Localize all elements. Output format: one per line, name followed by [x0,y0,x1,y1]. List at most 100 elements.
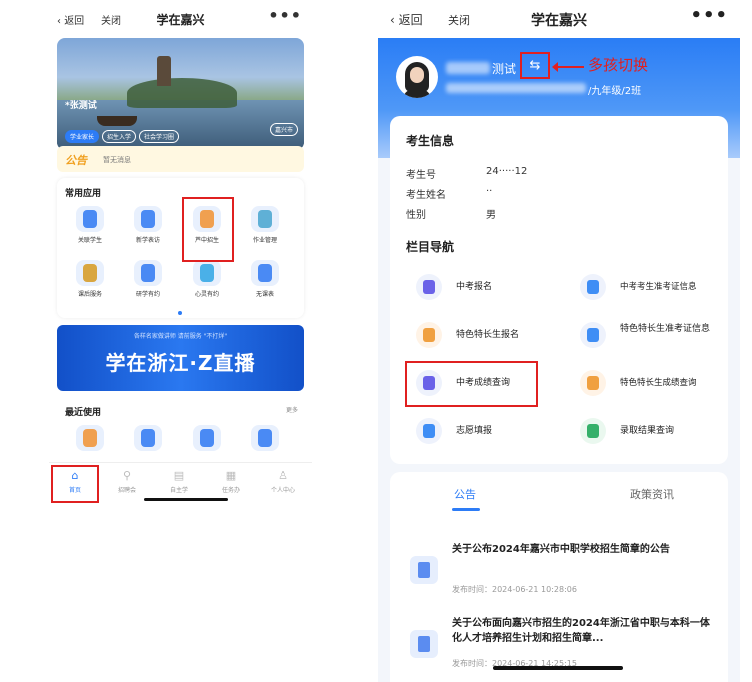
nav-label: 中考报名 [456,282,493,292]
tab-self-study[interactable]: ▤ 自主学 [157,469,201,494]
city-selector[interactable]: 嘉兴市 [269,123,298,136]
news-title[interactable]: 关于公布2024年嘉兴市中职学校招生简章的公告 [452,542,712,557]
document-icon [410,630,438,658]
app-new-visit[interactable]: 新学表访 [123,206,173,244]
chip-2[interactable]: 社会学习圈 [139,130,180,143]
nav-admission-result[interactable]: 录取结果查询 [580,416,720,446]
student-icon [193,425,221,451]
nav-special-ticket[interactable]: 特色特长生准考证信息 [580,320,720,350]
exam-info-title: 考生信息 [406,134,455,148]
chip-0[interactable]: 学业家长 [65,130,100,143]
section-title: 常用应用 [65,189,102,199]
recent-app-photo[interactable] [240,425,290,451]
more-icon[interactable]: ••• [690,5,728,26]
user-name: *张测试 [65,101,97,111]
student-name: 测试 [492,62,517,76]
nav-admission-ticket[interactable]: 中考考生准考证信息 [580,272,720,302]
blurred-school [446,83,586,93]
chip-1[interactable]: 招生入学 [102,130,137,143]
recent-apps-card: 最近使用 更多 [57,397,304,467]
tab-tasks[interactable]: ▦ 任务办 [209,469,253,494]
app-study-trip[interactable]: 研学有约 [123,260,173,298]
live-subtitle: 各样名家做讲师 请前服务 "不打烊" [133,333,228,340]
document-icon [410,556,438,584]
highlight-switch [520,52,550,79]
clipboard-icon [580,322,606,348]
tab-label: 招聘会 [117,487,136,494]
news-title[interactable]: 关于公布面向嘉兴市招生的2024年浙江省中职与本科一体化人才培养招生计划和招生简… [452,616,712,646]
nav-exam-register[interactable]: 中考报名 [416,272,566,302]
photo-icon [251,425,279,451]
page-indicator [178,311,182,315]
enrollment-icon [76,425,104,451]
app-label: 关联学生 [77,237,102,244]
tab-jobs[interactable]: ⚲ 招聘会 [105,469,149,494]
hero-banner: *张测试 学业家长 招生入学 社会学习圈 嘉兴市 [57,38,304,150]
visit-icon [134,425,162,451]
recent-app-visit[interactable] [123,425,173,451]
nav-special-score[interactable]: 特色特长生成绩查询 [580,368,720,398]
heart-icon [193,260,221,286]
nav-label: 中考考生准考证信息 [620,282,697,292]
arrow-icon [552,62,584,72]
tab-profile[interactable]: ♙ 个人中心 [261,469,305,494]
document-icon [580,370,606,396]
student-icon [76,206,104,232]
tab-label: 个人中心 [270,487,295,494]
left-phone-screen: ‹ 返回 关闭 学在嘉兴 ••• *张测试 学业家长 招生入学 社会学习圈 嘉兴市 … [49,0,312,505]
palette-icon [416,322,442,348]
news-card: 公告 政策资讯 关于公布2024年嘉兴市中职学校招生简章的公告 发布时间：202… [390,472,728,682]
live-banner[interactable]: 各样名家做讲师 请前服务 "不打烊" 学在浙江·Z直播 [57,325,304,391]
more-link[interactable]: 更多 [286,405,298,414]
column-nav-title: 栏目导航 [406,240,455,254]
tab-policy[interactable]: 政策资讯 [630,486,674,502]
section-title: 最近使用 [65,408,102,418]
field-label: 考生姓名 [406,190,446,201]
register-icon [416,274,442,300]
field-label: 性别 [406,210,426,221]
home-indicator [144,498,228,501]
app-no-class[interactable]: 无课表 [240,260,290,298]
app-mind[interactable]: 心灵有约 [182,260,232,298]
clipboard-icon [580,274,606,300]
top-nav-bar: ‹ 返回 关闭 学在嘉兴 ••• [378,0,740,38]
field-value: 男 [486,210,496,221]
news-time: 发布时间：2024-06-21 10:28:06 [452,585,577,594]
nav-special-register[interactable]: 特色特长生报名 [416,320,566,350]
highlight-score-query [405,361,538,407]
top-nav-bar: ‹ 返回 关闭 学在嘉兴 ••• [49,0,312,38]
tab-label: 自主学 [169,487,188,494]
app-after-school[interactable]: 课后服务 [65,260,115,298]
common-apps-card: 常用应用 关联学生 新学表访 芦中招生 作业管理 课后服务 研学有约 心灵有约 [57,178,304,318]
recent-app-enrollment[interactable] [65,425,115,451]
grid-icon: ▦ [225,469,237,482]
right-phone-screen: ‹ 返回 关闭 学在嘉兴 ••• 测试 /九年级/2班 ⇆ 多孩切换 考生信息 … [378,0,740,682]
homework-icon [251,206,279,232]
service-icon [76,260,104,286]
pagoda-image [157,56,171,86]
role-chips: 学业家长 招生入学 社会学习圈 [65,124,182,143]
flag-icon [134,260,162,286]
blurred-name [446,62,490,74]
book-icon: ▤ [173,469,185,482]
app-link-student[interactable]: 关联学生 [65,206,115,244]
recent-app-student[interactable] [182,425,232,451]
pen-icon [251,260,279,286]
notice-text: 暂无消息 [103,156,131,164]
home-indicator [493,666,623,670]
tab-label: 任务办 [221,487,240,494]
app-label: 作业管理 [252,237,277,244]
nav-label: 特色特长生成绩查询 [620,378,697,388]
active-tab-indicator [452,508,480,511]
more-icon[interactable]: ••• [268,6,302,25]
field-value: 24·····12 [486,166,528,177]
notice-bar[interactable]: 公告 暂无消息 [57,146,304,172]
nav-volunteer[interactable]: 志愿填报 [416,416,566,446]
app-label: 新学表访 [135,237,160,244]
tab-announcement[interactable]: 公告 [454,486,476,502]
app-label: 课后服务 [77,291,102,298]
live-title: 学在浙江·Z直播 [105,351,256,375]
exam-card: 考生信息 考生号 24·····12 考生姓名 ·· 性别 男 栏目导航 中考报… [390,116,728,464]
app-homework[interactable]: 作业管理 [240,206,290,244]
search-icon: ⚲ [122,469,132,482]
